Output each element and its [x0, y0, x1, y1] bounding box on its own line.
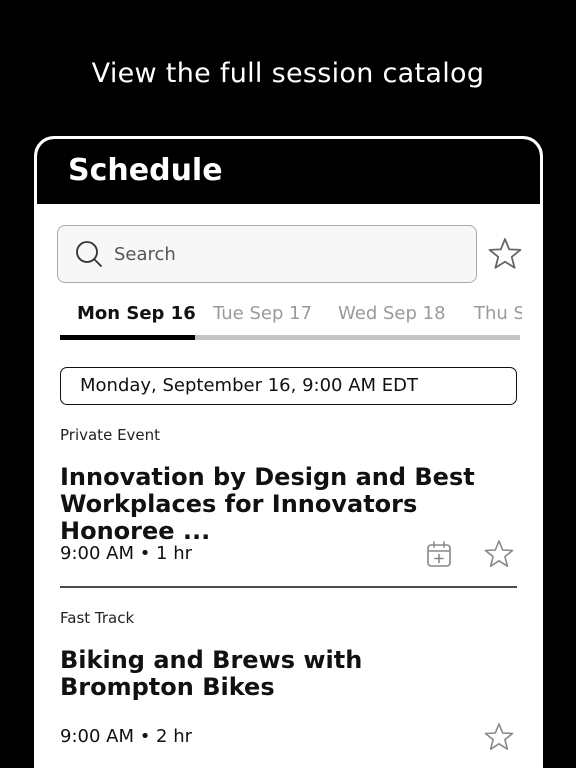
tab-tue-sep-17[interactable]: Tue Sep 17: [213, 303, 312, 324]
session-title[interactable]: Innovation by Design and Best Workplaces…: [60, 464, 517, 545]
page-title: Schedule: [68, 153, 223, 188]
star-icon[interactable]: [484, 539, 514, 569]
tab-active-indicator: [60, 335, 195, 340]
session-card[interactable]: Fast Track: [60, 609, 517, 627]
session-title[interactable]: Biking and Brews with Brompton Bikes: [60, 647, 480, 701]
session-time-wrap: 9:00 AM • 2 hr: [60, 726, 517, 747]
date-time-header: Monday, September 16, 9:00 AM EDT: [60, 367, 517, 405]
star-icon[interactable]: [484, 722, 514, 752]
tab-wed-sep-18[interactable]: Wed Sep 18: [338, 303, 446, 324]
session-category: Fast Track: [60, 609, 135, 627]
promo-headline: View the full session catalog: [91, 58, 485, 89]
session-title-wrap: Biking and Brews with Brompton Bikes: [60, 647, 517, 701]
tab-thu[interactable]: Thu S: [474, 303, 522, 324]
session-divider: [60, 586, 517, 588]
session-card[interactable]: Private Event: [60, 426, 517, 444]
session-time: 9:00 AM • 2 hr: [60, 726, 193, 747]
search-input[interactable]: [114, 226, 464, 282]
tab-mon-sep-16[interactable]: Mon Sep 16: [77, 303, 196, 324]
search-icon: [76, 241, 102, 267]
add-to-calendar-icon[interactable]: [424, 539, 454, 569]
session-category: Private Event: [60, 426, 161, 444]
session-title-wrap: Innovation by Design and Best Workplaces…: [60, 464, 517, 545]
favorites-star-icon[interactable]: [488, 237, 522, 271]
search-box[interactable]: [57, 225, 477, 283]
app-screen: Schedule Mon Sep 16 Tue Sep 17 Wed Sep 1…: [34, 136, 543, 768]
app-header: Schedule: [37, 139, 540, 204]
